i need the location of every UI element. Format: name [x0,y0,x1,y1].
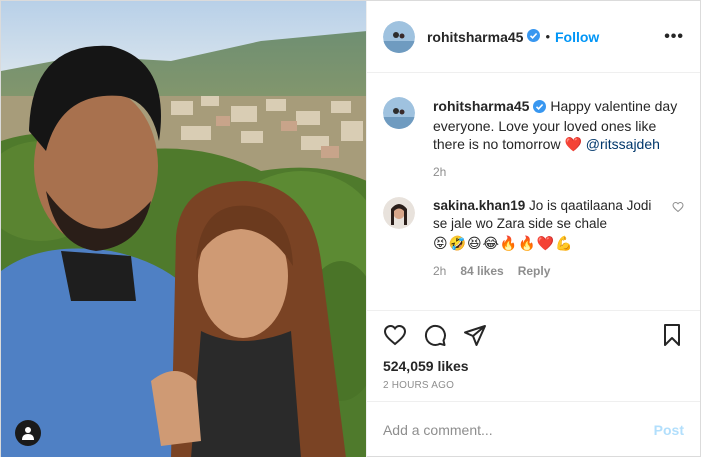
post-side-panel: rohitsharma45 • Follow ••• rohitsharma45… [365,1,700,457]
post-comment-button[interactable]: Post [654,422,684,438]
caption-verified-badge-icon [533,99,547,117]
caption-text-block: rohitsharma45 Happy valentine day everyo… [433,97,678,153]
tagged-users-icon[interactable] [15,420,41,446]
posted-time[interactable]: 2 HOURS AGO [366,374,700,402]
caption-timestamp[interactable]: 2h [433,165,678,179]
verified-badge-icon [527,28,541,45]
add-comment-bar: Post [367,402,700,457]
follow-button[interactable]: Follow [555,29,599,45]
post-actions [366,310,700,358]
more-options-icon[interactable]: ••• [664,28,684,46]
separator-dot: • [545,29,550,44]
commenter-username[interactable]: sakina.khan19 [433,198,525,213]
post-container: rohitsharma45 • Follow ••• rohitsharma45… [0,0,701,457]
author-username[interactable]: rohitsharma45 [427,29,523,45]
couple-selfie-image [1,1,366,457]
comment-text-block: sakina.khan19 Jo is qaatilaana Jodi se j… [433,197,653,233]
heart-icon[interactable] [383,323,407,347]
comment-input[interactable] [382,422,654,438]
comments-section: rohitsharma45 Happy valentine day everyo… [367,73,700,310]
reply-button[interactable]: Reply [518,264,551,278]
likes-count[interactable]: 524,059 likes [367,358,700,374]
comment-emojis: 😝🤣😆😂🔥🔥❤️💪 [432,235,574,251]
comment-likes-count[interactable]: 84 likes [460,264,503,278]
red-heart-emoji: ❤️ [564,136,582,152]
mention-link[interactable]: @ritssajdeh [586,136,660,152]
caption-author-avatar[interactable] [382,97,415,129]
caption: rohitsharma45 Happy valentine day everyo… [382,97,684,179]
comment-icon[interactable] [423,323,447,347]
comment-item: sakina.khan19 Jo is qaatilaana Jodi se j… [382,197,684,278]
commenter-avatar[interactable] [382,197,415,229]
author-avatar[interactable] [382,20,415,53]
caption-username[interactable]: rohitsharma45 [433,98,529,114]
bookmark-icon[interactable] [660,323,684,347]
comment-like-heart-icon[interactable] [672,201,684,216]
comment-timestamp[interactable]: 2h [433,264,446,278]
share-icon[interactable] [463,323,487,347]
post-header: rohitsharma45 • Follow ••• [366,1,700,73]
comment-meta: 2h 84 likes Reply [433,264,653,278]
post-photo[interactable] [1,1,366,457]
